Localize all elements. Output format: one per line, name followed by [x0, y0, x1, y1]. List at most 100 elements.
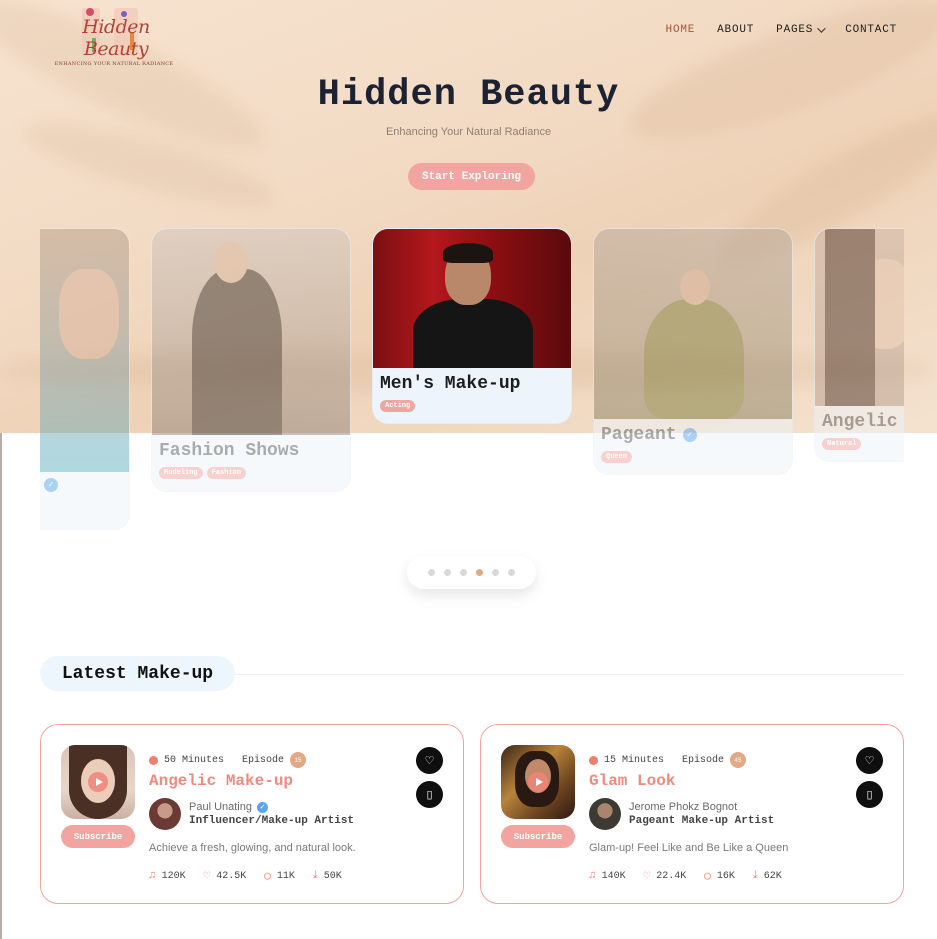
- episode-card[interactable]: Subscribe 50 Minutes Episode 15 Angelic …: [40, 724, 464, 904]
- logo-tagline: ENHANCING YOUR NATURAL RADIANCE: [54, 61, 174, 67]
- heart-icon: ♡: [424, 755, 435, 767]
- subscribe-button[interactable]: Subscribe: [61, 825, 135, 848]
- author-role: Pageant Make-up Artist: [629, 815, 775, 827]
- like-count: 42.5K: [216, 870, 247, 882]
- comment-count: 16K: [716, 870, 735, 882]
- card-image-figure: [644, 299, 744, 419]
- episode-duration: 15 Minutes: [604, 754, 665, 766]
- carousel-card[interactable]: Fashion Shows Modeling Fashion: [151, 228, 351, 492]
- card-image: [152, 229, 350, 435]
- episode-label: Episode: [682, 754, 725, 766]
- download-icon[interactable]: ⤓: [753, 870, 758, 882]
- brand-logo[interactable]: Hidden Beauty ENHANCING YOUR NATURAL RAD…: [52, 2, 174, 70]
- card-title: Fashion Shows: [159, 441, 300, 461]
- logo-text: Hidden Beauty: [82, 16, 150, 60]
- card-image: [594, 229, 792, 419]
- carousel-dot[interactable]: [444, 569, 451, 576]
- card-image-hair: [825, 229, 875, 406]
- hero-subtitle: Enhancing Your Natural Radiance: [385, 126, 552, 138]
- like-count: 22.4K: [656, 870, 687, 882]
- episode-title[interactable]: Angelic Make-up: [149, 772, 293, 790]
- episode-title[interactable]: Glam Look: [589, 772, 675, 790]
- bookmark-icon: ▯: [866, 789, 873, 801]
- carousel-dot[interactable]: [428, 569, 435, 576]
- card-image: [40, 229, 129, 472]
- nav-pages[interactable]: PAGES: [776, 24, 826, 36]
- download-icon[interactable]: ⤓: [313, 870, 318, 882]
- carousel-dot[interactable]: [492, 569, 499, 576]
- author-name[interactable]: Jerome Phokz Bognot: [629, 801, 737, 813]
- download-count: 62K: [763, 870, 782, 882]
- episode-thumbnail[interactable]: [501, 745, 575, 819]
- nav-home[interactable]: HOME: [666, 24, 696, 36]
- episode-duration: 50 Minutes: [164, 754, 225, 766]
- subscribe-button[interactable]: Subscribe: [501, 825, 575, 848]
- card-tag[interactable]: Queen: [601, 451, 633, 463]
- card-image-figure: [192, 269, 282, 435]
- carousel-card[interactable]: Angelic Natural: [814, 228, 904, 462]
- section-title: Latest Make-up: [40, 656, 235, 691]
- bookmark-button[interactable]: ▯: [856, 781, 883, 808]
- card-image: [815, 229, 904, 406]
- carousel-dot[interactable]: [460, 569, 467, 576]
- card-image-hair: [443, 243, 493, 263]
- card-image: [373, 229, 571, 368]
- author-avatar[interactable]: [149, 798, 181, 830]
- section-divider: [235, 674, 904, 675]
- comment-icon[interactable]: ◯: [264, 869, 271, 883]
- episode-number: 45: [730, 752, 747, 768]
- episode-label: Episode: [242, 754, 285, 766]
- comment-icon[interactable]: ◯: [704, 869, 711, 883]
- main-nav: HOME ABOUT PAGES CONTACT: [666, 24, 897, 36]
- heart-icon[interactable]: ♡: [644, 869, 651, 883]
- hero-title: Hidden Beauty: [317, 74, 620, 116]
- download-count: 50K: [323, 870, 342, 882]
- comment-count: 11K: [276, 870, 295, 882]
- carousel-dot[interactable]: [476, 569, 483, 576]
- heart-icon: ♡: [864, 755, 875, 767]
- play-icon[interactable]: [88, 772, 108, 792]
- listen-count: 140K: [601, 870, 626, 882]
- headphones-icon: ♫: [149, 870, 156, 882]
- verified-icon: ✓: [682, 428, 697, 442]
- carousel-pagination: [407, 556, 536, 589]
- carousel-card[interactable]: Pageant ✓ Queen: [593, 228, 793, 475]
- carousel-card[interactable]: ✓: [40, 228, 130, 530]
- bookmark-button[interactable]: ▯: [416, 781, 443, 808]
- nav-pages-label: PAGES: [776, 24, 814, 36]
- headphones-icon: ♫: [589, 870, 596, 882]
- card-tag[interactable]: Natural: [822, 438, 862, 450]
- chevron-down-icon: [817, 24, 826, 33]
- carousel-card-active[interactable]: Men's Make-up Acting: [372, 228, 572, 424]
- card-tag[interactable]: Modeling: [159, 467, 203, 479]
- card-title: Men's Make-up: [380, 374, 521, 394]
- favorite-button[interactable]: ♡: [856, 747, 883, 774]
- author-avatar[interactable]: [589, 798, 621, 830]
- nav-about[interactable]: ABOUT: [717, 24, 754, 36]
- nav-contact[interactable]: CONTACT: [845, 24, 897, 36]
- start-exploring-button[interactable]: Start Exploring: [408, 163, 535, 190]
- card-tag[interactable]: Fashion: [206, 467, 247, 479]
- author-role: Influencer/Make-up Artist: [189, 815, 355, 827]
- bookmark-icon: ▯: [426, 789, 433, 801]
- card-title: Angelic: [822, 412, 898, 432]
- clock-icon: [589, 755, 598, 765]
- episode-card[interactable]: Subscribe 15 Minutes Episode 45 Glam Loo…: [480, 724, 904, 904]
- card-image-figure: [413, 299, 533, 368]
- heart-icon[interactable]: ♡: [204, 869, 211, 883]
- author-name[interactable]: Paul Unating: [189, 801, 252, 813]
- listen-count: 120K: [161, 870, 186, 882]
- verified-icon: ✓: [44, 478, 58, 492]
- favorite-button[interactable]: ♡: [416, 747, 443, 774]
- episode-thumbnail[interactable]: [61, 745, 135, 819]
- episode-description: Achieve a fresh, glowing, and natural lo…: [149, 842, 356, 854]
- category-carousel: ✓ Fashion Shows Modeling Fashion Men's M…: [40, 228, 904, 538]
- episode-description: Glam-up! Feel Like and Be Like a Queen: [589, 842, 789, 854]
- play-icon[interactable]: [528, 772, 548, 792]
- card-image-face: [680, 269, 710, 305]
- carousel-dot[interactable]: [508, 569, 515, 576]
- card-image-figure: [59, 269, 119, 359]
- card-title: Pageant: [601, 425, 677, 445]
- card-image-face: [214, 241, 248, 283]
- card-tag[interactable]: Acting: [380, 400, 416, 412]
